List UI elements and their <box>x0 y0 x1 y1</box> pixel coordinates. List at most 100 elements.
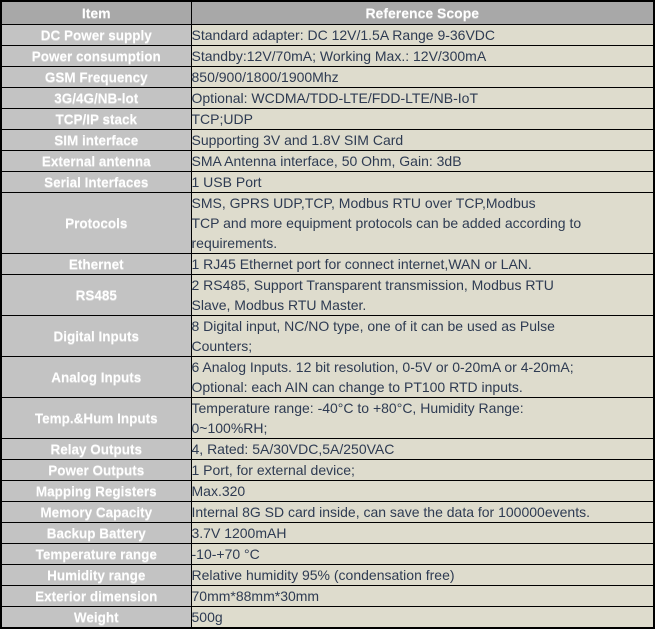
row-label: Analog Inputs <box>0 356 192 398</box>
row-label: External antenna <box>0 150 192 172</box>
row-value-line: 8 Digital input, NC/NO type, one of it c… <box>191 318 555 334</box>
row-value-line: 2 RS485, Support Transparent transmissio… <box>191 277 554 293</box>
row-value: 1 RJ45 Ethernet port for connect interne… <box>190 253 655 275</box>
table-row: Digital Inputs 8 Digital input, NC/NO typ… <box>0 315 655 357</box>
row-value: 3.7V 1200mAH <box>190 522 655 544</box>
row-value-line: 3.7V 1200mAH <box>191 525 287 541</box>
column-header-scope: Reference Scope <box>190 0 655 25</box>
row-value-line: Temperature range: -40°C to +80°C, Humid… <box>191 400 524 416</box>
table-row: Mapping Registers Max.320 <box>0 480 655 502</box>
row-label: Backup Battery <box>0 522 192 544</box>
row-label: DC Power supply <box>0 24 192 46</box>
row-value-line: 850/900/1800/1900Mhz <box>191 69 339 85</box>
specification-table: Item Reference Scope DC Power supply Stan… <box>0 0 655 629</box>
table-row: Weight 500g <box>0 606 655 629</box>
row-value: Max.320 <box>190 480 655 502</box>
row-value: Standby:12V/70mA; Working Max.: 12V/300m… <box>190 45 655 67</box>
row-value: -10-+70 °C <box>190 543 655 565</box>
row-label: 3G/4G/NB-lot <box>0 87 192 109</box>
row-label: Exterior dimension <box>0 585 192 607</box>
row-label: Digital Inputs <box>0 315 192 357</box>
row-value: 2 RS485, Support Transparent transmissio… <box>190 274 655 316</box>
row-value: 1 Port, for external device; <box>190 459 655 481</box>
row-value-line: Optional: each AIN can change to PT100 R… <box>191 379 523 395</box>
table-row: Relay Outputs 4, Rated: 5A/30VDC,5A/250VA… <box>0 438 655 460</box>
row-value: SMS, GPRS UDP,TCP, Modbus RTU over TCP,M… <box>190 192 655 254</box>
row-value-line: TCP and more equipment protocols can be … <box>191 215 582 231</box>
table-row: Analog Inputs 6 Analog Inputs. 12 bit res… <box>0 356 655 398</box>
table-row: RS485 2 RS485, Support Transparent transm… <box>0 274 655 316</box>
table-row: Power consumption Standby:12V/70mA; Worki… <box>0 45 655 67</box>
row-value: Standard adapter: DC 12V/1.5A Range 9-36… <box>190 24 655 46</box>
row-value-line: 6 Analog Inputs. 12 bit resolution, 0-5V… <box>191 359 574 375</box>
row-label: Power Outputs <box>0 459 192 481</box>
row-value-line: Relative humidity 95% (condensation free… <box>191 567 455 583</box>
table-row: 3G/4G/NB-lot Optional: WCDMA/TDD-LTE/FDD-… <box>0 87 655 109</box>
row-label: RS485 <box>0 274 192 316</box>
row-value-line: 4, Rated: 5A/30VDC,5A/250VAC <box>191 441 395 457</box>
column-header-item: Item <box>0 0 192 25</box>
row-label: Humidity range <box>0 564 192 586</box>
row-label: GSM Frequency <box>0 66 192 88</box>
row-value: Optional: WCDMA/TDD-LTE/FDD-LTE/NB-IoT <box>190 87 655 109</box>
row-value: SMA Antenna interface, 50 Ohm, Gain: 3dB <box>190 150 655 172</box>
table-row: Power Outputs 1 Port, for external device… <box>0 459 655 481</box>
table-header-row: Item Reference Scope <box>0 0 655 25</box>
row-label: TCP/IP stack <box>0 108 192 130</box>
row-value-line: 1 RJ45 Ethernet port for connect interne… <box>191 256 532 272</box>
row-value-line: 70mm*88mm*30mm <box>191 588 320 604</box>
row-label: Mapping Registers <box>0 480 192 502</box>
row-label: Memory Capacity <box>0 501 192 523</box>
table-row: TCP/IP stack TCP;UDP <box>0 108 655 130</box>
table-row: Exterior dimension 70mm*88mm*30mm <box>0 585 655 607</box>
row-value-line: -10-+70 °C <box>191 546 260 562</box>
row-value: 4, Rated: 5A/30VDC,5A/250VAC <box>190 438 655 460</box>
row-value-line: Internal 8G SD card inside, can save the… <box>191 504 590 520</box>
table-row: Serial Interfaces 1 USB Port <box>0 171 655 193</box>
specification-table-container: Item Reference Scope DC Power supply Stan… <box>0 0 661 629</box>
table-row: External antenna SMA Antenna interface, 5… <box>0 150 655 172</box>
row-value-line: SMA Antenna interface, 50 Ohm, Gain: 3dB <box>191 153 462 169</box>
row-value-line: 1 Port, for external device; <box>191 462 355 478</box>
row-label: Protocols <box>0 192 192 254</box>
row-label: Temperature range <box>0 543 192 565</box>
table-row: Humidity range Relative humidity 95% (con… <box>0 564 655 586</box>
row-value: 500g <box>190 606 655 629</box>
row-label: Power consumption <box>0 45 192 67</box>
row-label: Weight <box>0 606 192 629</box>
row-value-line: Standby:12V/70mA; Working Max.: 12V/300m… <box>191 48 487 64</box>
table-body: DC Power supply Standard adapter: DC 12V/… <box>0 24 655 629</box>
table-row: Protocols SMS, GPRS UDP,TCP, Modbus RTU o… <box>0 192 655 254</box>
row-value: Supporting 3V and 1.8V SIM Card <box>190 129 655 151</box>
row-value-line: Slave, Modbus RTU Master. <box>191 297 367 313</box>
row-value-line: TCP;UDP <box>191 111 253 127</box>
row-value: TCP;UDP <box>190 108 655 130</box>
row-label: Temp.&Hum Inputs <box>0 397 192 439</box>
row-value-line: Standard adapter: DC 12V/1.5A Range 9-36… <box>191 27 496 43</box>
row-value: Temperature range: -40°C to +80°C, Humid… <box>190 397 655 439</box>
row-value: Relative humidity 95% (condensation free… <box>190 564 655 586</box>
table-row: SIM interface Supporting 3V and 1.8V SIM … <box>0 129 655 151</box>
row-value: 850/900/1800/1900Mhz <box>190 66 655 88</box>
row-value: 6 Analog Inputs. 12 bit resolution, 0-5V… <box>190 356 655 398</box>
table-row: Backup Battery 3.7V 1200mAH <box>0 522 655 544</box>
row-value-line: Max.320 <box>191 483 246 499</box>
row-value: Internal 8G SD card inside, can save the… <box>190 501 655 523</box>
table-row: Temperature range -10-+70 °C <box>0 543 655 565</box>
table-row: Memory Capacity Internal 8G SD card insid… <box>0 501 655 523</box>
row-value-line: Counters; <box>191 338 253 354</box>
row-label: Ethernet <box>0 253 192 275</box>
table-row: Ethernet 1 RJ45 Ethernet port for connect… <box>0 253 655 275</box>
table-header: Item Reference Scope <box>0 0 655 25</box>
table-row: GSM Frequency 850/900/1800/1900Mhz <box>0 66 655 88</box>
row-value-line: SMS, GPRS UDP,TCP, Modbus RTU over TCP,M… <box>191 195 536 211</box>
row-value-line: 1 USB Port <box>191 174 262 190</box>
row-value-line: 0~100%RH; <box>191 420 268 436</box>
row-value: 1 USB Port <box>190 171 655 193</box>
table-row: Temp.&Hum Inputs Temperature range: -40°C… <box>0 397 655 439</box>
row-value-line: Supporting 3V and 1.8V SIM Card <box>191 132 404 148</box>
row-value-line: 500g <box>191 609 223 625</box>
table-row: DC Power supply Standard adapter: DC 12V/… <box>0 24 655 46</box>
row-label: Relay Outputs <box>0 438 192 460</box>
row-label: SIM interface <box>0 129 192 151</box>
